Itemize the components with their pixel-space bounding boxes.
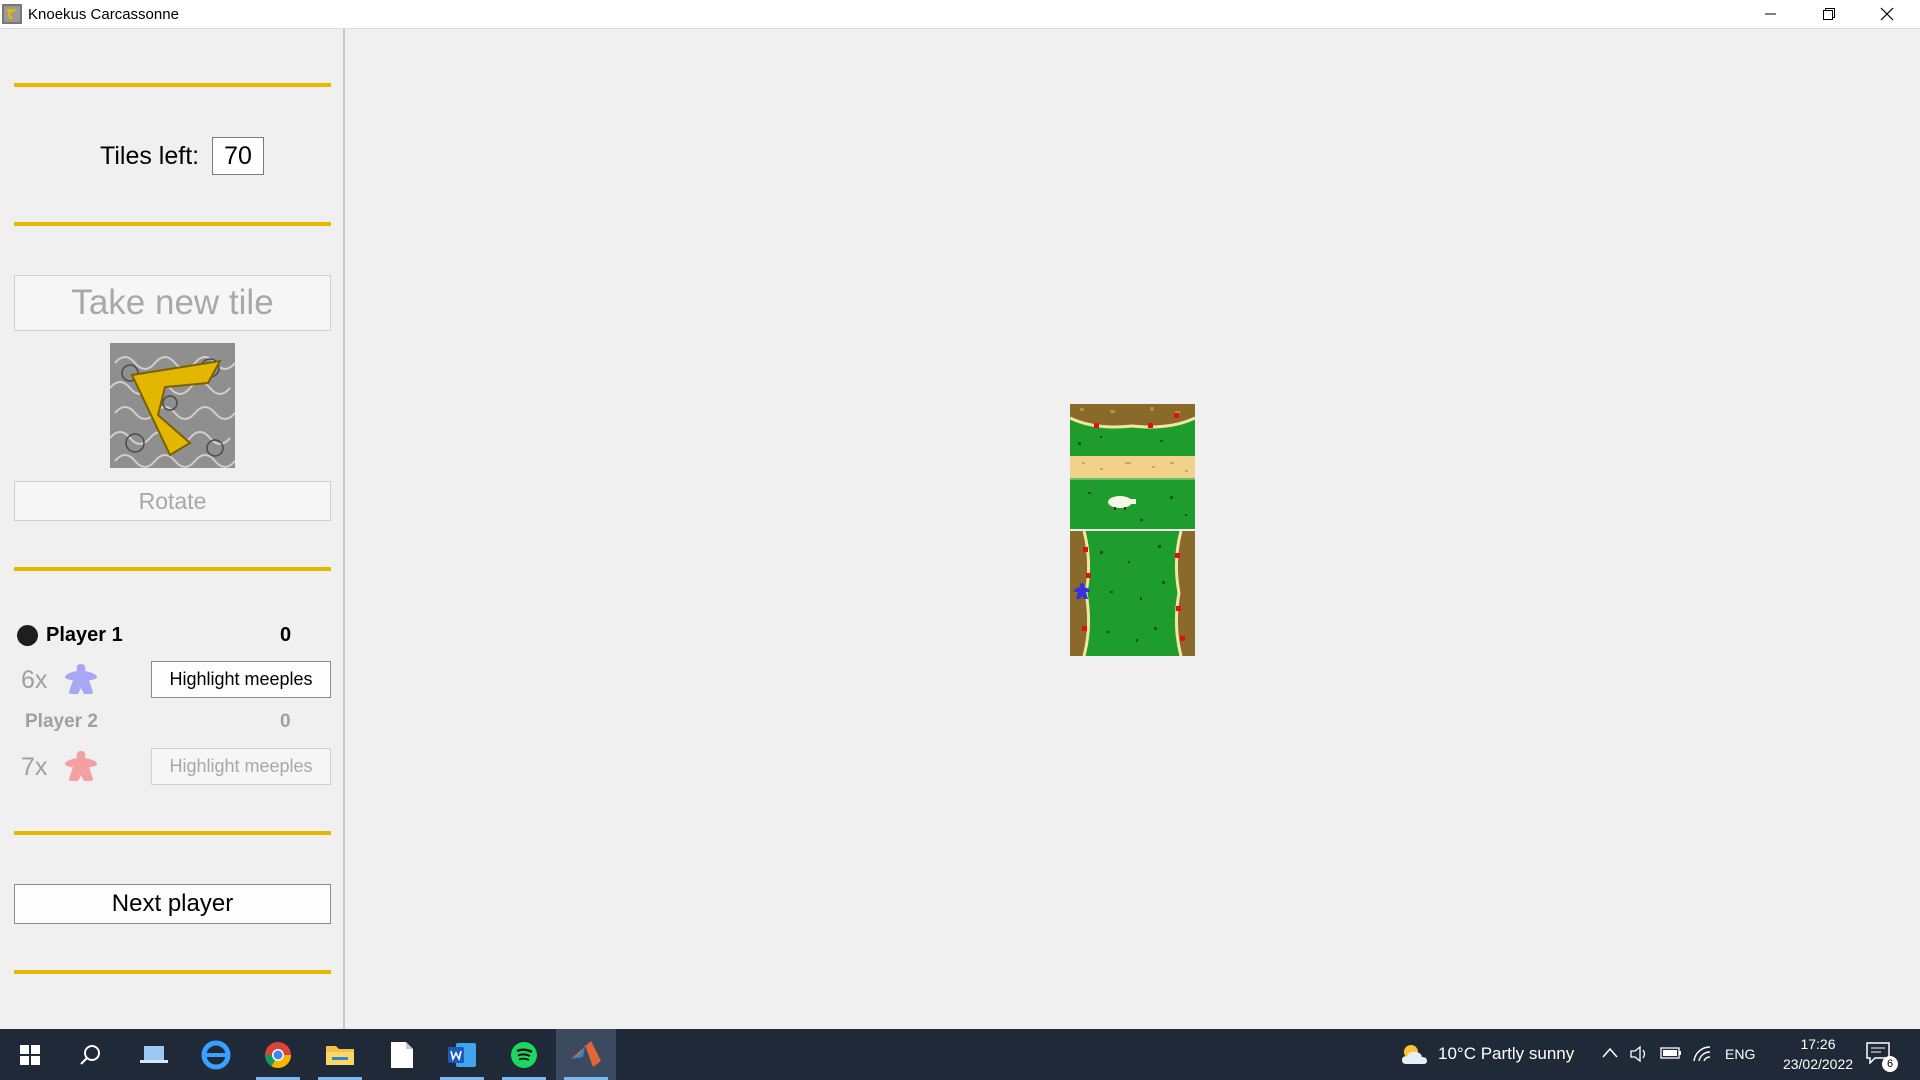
game-board[interactable] [345, 29, 1920, 1029]
player-1-highlight-meeples-button[interactable]: Highlight meeples [151, 661, 331, 698]
taskbar-app-matlab[interactable] [556, 1029, 616, 1080]
minimize-icon [1765, 13, 1776, 15]
minimize-button[interactable] [1742, 0, 1800, 28]
taskbar-app-spotify[interactable] [494, 1029, 554, 1080]
taskbar: 10°C Partly sunny ENG 17:26 23/02/2022 6 [0, 1029, 1920, 1080]
taskbar-app-notepad[interactable] [372, 1029, 432, 1080]
active-player-indicator [17, 625, 38, 646]
player-2-highlight-meeples-button[interactable]: Highlight meeples [151, 748, 331, 785]
search-button[interactable] [60, 1029, 120, 1080]
divider [14, 970, 331, 974]
player-1-meeple-count: 6x [21, 666, 48, 694]
take-new-tile-button[interactable]: Take new tile [14, 275, 331, 331]
taskbar-app-word[interactable] [432, 1029, 492, 1080]
file-explorer-icon [326, 1045, 354, 1065]
player-2-meeple-icon [65, 751, 97, 781]
taskbar-app-chrome[interactable] [248, 1029, 308, 1080]
board-tile-city-road[interactable] [1070, 404, 1195, 529]
divider [14, 222, 331, 226]
restore-button[interactable] [1800, 0, 1858, 28]
task-view-button[interactable] [124, 1029, 184, 1080]
window-title: Knoekus Carcassonne [28, 6, 179, 23]
matlab-icon [571, 1040, 601, 1067]
player-2-score: 0 [280, 711, 291, 732]
task-view-icon [140, 1045, 168, 1063]
start-button[interactable] [0, 1029, 60, 1080]
clock-date[interactable]: 23/02/2022 [1768, 1056, 1868, 1072]
chevron-up-icon[interactable] [1602, 1047, 1618, 1059]
player-2-meeple-count: 7x [21, 753, 48, 781]
divider [14, 83, 331, 87]
spotify-icon [511, 1041, 537, 1068]
title-bar: Knoekus Carcassonne [0, 0, 1920, 29]
notepad-icon [391, 1041, 413, 1068]
weather-icon [1402, 1045, 1427, 1064]
player-1-name: Player 1 [46, 624, 123, 646]
side-panel: Tiles left: 70 Take new tile Rotate Play… [0, 29, 345, 1029]
close-icon [1880, 7, 1894, 21]
restore-icon [1822, 7, 1835, 20]
player-1-meeple-icon [65, 664, 97, 694]
player-2-name: Player 2 [25, 711, 98, 732]
close-button[interactable] [1858, 0, 1916, 28]
taskbar-app-file-explorer[interactable] [310, 1029, 370, 1080]
divider [14, 567, 331, 571]
notification-center-button[interactable]: 6 [1862, 1038, 1898, 1072]
weather-text[interactable]: 10°C Partly sunny [1438, 1044, 1574, 1064]
battery-icon[interactable] [1660, 1046, 1682, 1060]
language-indicator[interactable]: ENG [1725, 1046, 1755, 1062]
search-icon [80, 1044, 100, 1065]
edge-icon [201, 1040, 231, 1069]
chrome-icon [264, 1041, 292, 1068]
wifi-icon[interactable] [1692, 1045, 1714, 1063]
next-player-button[interactable]: Next player [14, 884, 331, 924]
divider [14, 831, 331, 835]
taskbar-app-edge[interactable] [186, 1029, 246, 1080]
word-icon [448, 1042, 476, 1067]
tiles-left-label: Tiles left: [100, 142, 200, 170]
clock-time[interactable]: 17:26 [1790, 1036, 1846, 1052]
board-tile-field-city-sides[interactable] [1070, 531, 1195, 656]
start-icon [20, 1044, 40, 1065]
rotate-button[interactable]: Rotate [14, 481, 331, 521]
tile-back-logo [110, 343, 235, 468]
tiles-left-counter: 70 [212, 137, 264, 175]
player-1-score: 0 [280, 624, 292, 646]
app-icon [2, 4, 22, 24]
volume-icon[interactable] [1630, 1045, 1650, 1063]
notification-badge: 6 [1882, 1056, 1898, 1072]
